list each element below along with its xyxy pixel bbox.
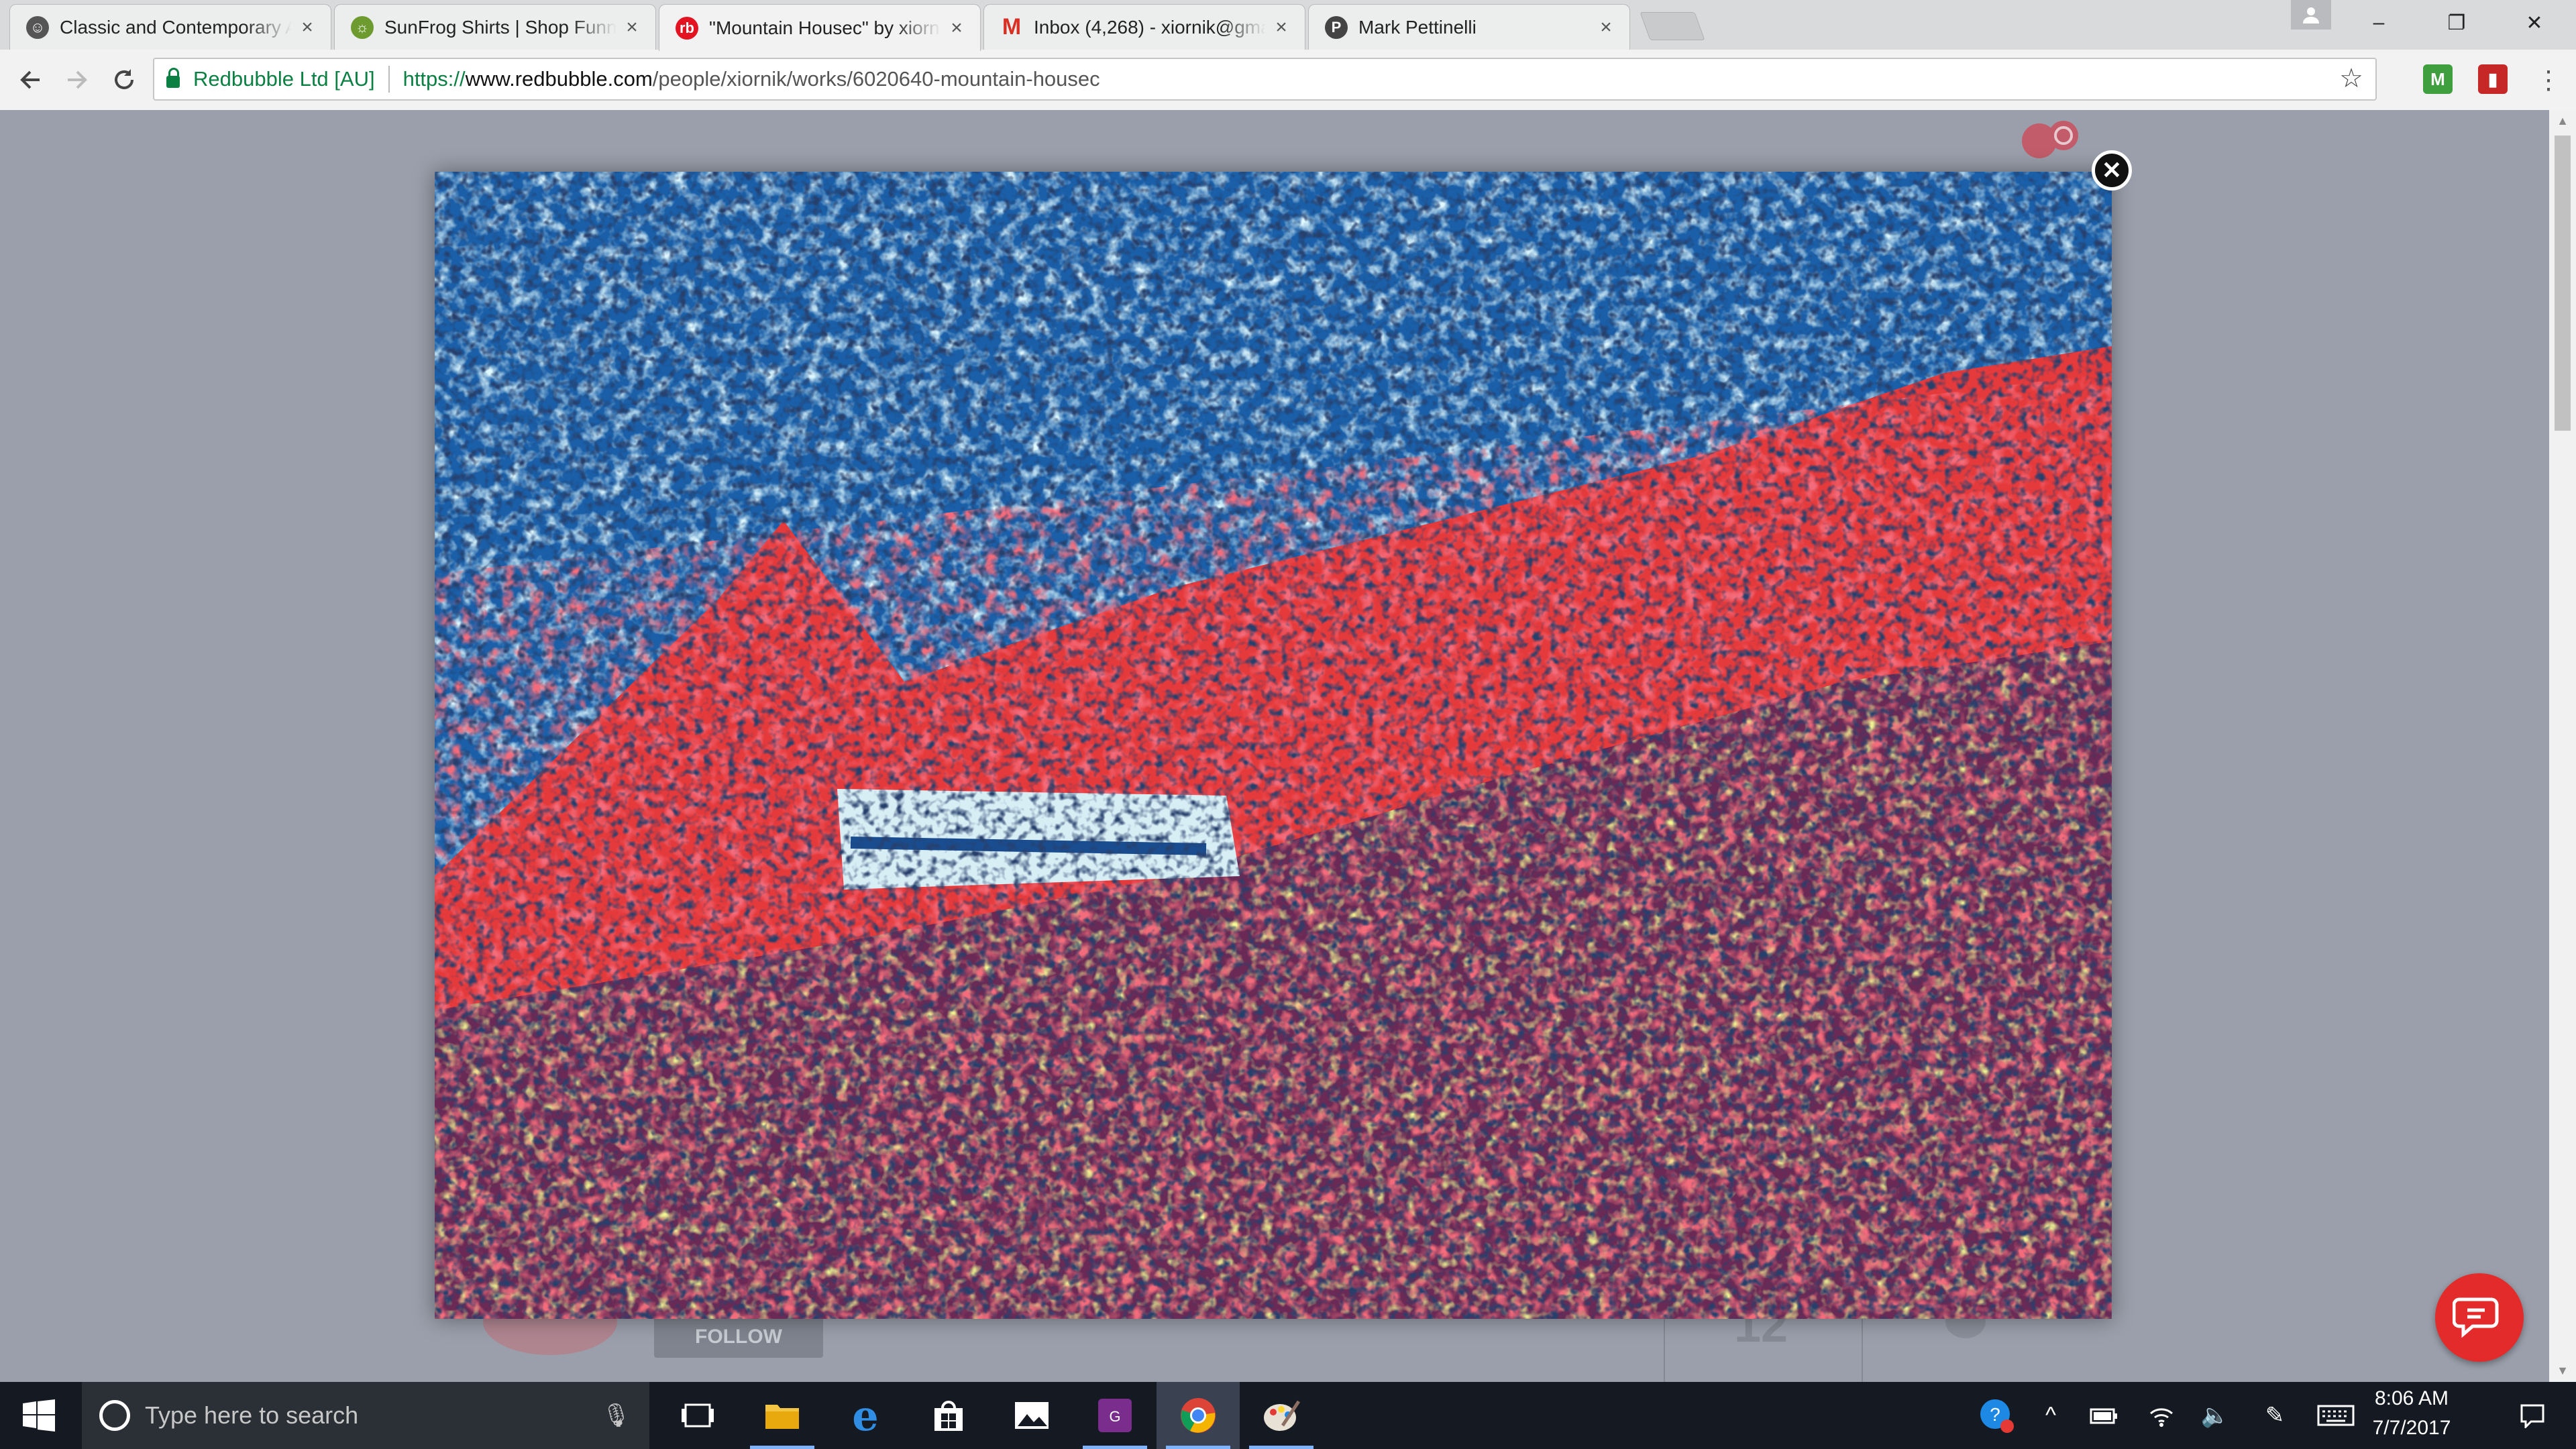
pdf-extension-icon[interactable]: ▮ — [2478, 64, 2508, 94]
divider — [1664, 1315, 1665, 1382]
close-tab-icon[interactable]: × — [947, 17, 967, 40]
taskbar-search[interactable]: Type here to search 🎙 — [82, 1382, 649, 1449]
action-center-icon[interactable] — [2496, 1382, 2569, 1449]
tab-title: SunFrog Shirts | Shop Funny T-Shirts — [384, 16, 616, 38]
reload-icon[interactable] — [103, 59, 145, 101]
theatre-icon: ☺ — [26, 15, 49, 39]
divider — [388, 66, 390, 93]
artwork-canvas — [435, 172, 2112, 1319]
help-icon[interactable]: ? — [1971, 1382, 2022, 1449]
svg-text:?: ? — [1990, 1404, 2000, 1425]
edge-icon[interactable]: e — [824, 1382, 907, 1449]
forward-icon[interactable] — [56, 59, 98, 101]
extension-icon[interactable]: M — [2423, 64, 2453, 94]
close-tab-icon[interactable]: × — [622, 16, 642, 39]
chat-button[interactable] — [2435, 1273, 2524, 1362]
profile-icon[interactable] — [2291, 0, 2331, 30]
tab-gmail[interactable]: M Inbox (4,268) - xiornik@gmail.com × — [983, 4, 1305, 50]
url-host: www.redbubble.com — [465, 67, 653, 91]
tab-redbubble[interactable]: rb "Mountain Housec" by xiornik × — [659, 4, 981, 51]
close-tab-icon[interactable]: × — [1596, 16, 1616, 39]
url-scheme: https:// — [402, 67, 466, 91]
clock-date: 7/7/2017 — [2372, 1417, 2451, 1439]
follow-button[interactable]: FOLLOW — [654, 1316, 823, 1358]
keyboard-icon[interactable] — [2308, 1382, 2364, 1449]
back-icon[interactable] — [9, 59, 51, 101]
volume-icon[interactable]: 🔈 — [2188, 1382, 2242, 1449]
menu-icon[interactable]: ⋮ — [2528, 59, 2569, 101]
task-view-icon[interactable] — [656, 1382, 739, 1449]
new-tab-button[interactable] — [1640, 12, 1705, 40]
gmail-icon: M — [1002, 14, 1022, 40]
windows-start-icon[interactable] — [23, 1399, 55, 1432]
heart-badge-icon — [2022, 121, 2078, 158]
chat-bubble-icon — [2453, 1297, 2499, 1338]
clock-time: 8:06 AM — [2374, 1387, 2449, 1409]
close-window-button[interactable]: ✕ — [2496, 0, 2573, 46]
browser-toolbar: Redbubble Ltd [AU] https://www.redbubble… — [0, 50, 2576, 111]
paint-app-icon[interactable] — [1240, 1382, 1323, 1449]
tab-title: Classic and Contemporary Art — [60, 16, 292, 38]
system-clock[interactable]: 8:06 AM 7/7/2017 — [2361, 1387, 2462, 1440]
url-path: /people/xiornik/works/6020640-mountain-h… — [652, 67, 1100, 91]
address-bar[interactable]: Redbubble Ltd [AU] https://www.redbubble… — [153, 58, 2377, 101]
file-explorer-icon[interactable] — [741, 1382, 824, 1449]
scrollbar[interactable]: ▲ ▼ — [2549, 110, 2576, 1382]
site-identity: Redbubble Ltd [AU] — [193, 67, 375, 91]
battery-icon[interactable] — [2074, 1382, 2135, 1449]
wifi-icon[interactable] — [2135, 1382, 2188, 1449]
close-tab-icon[interactable]: × — [1271, 16, 1291, 39]
show-hidden-icons-icon[interactable]: ^ — [2027, 1382, 2074, 1449]
svg-text:G: G — [1109, 1408, 1120, 1425]
tab-sunfrog[interactable]: ☼ SunFrog Shirts | Shop Funny T-Shirts × — [334, 4, 656, 50]
tab-title: Inbox (4,268) - xiornik@gmail.com — [1034, 16, 1266, 38]
tab-mark-pettinelli[interactable]: P Mark Pettinelli × — [1308, 4, 1630, 50]
search-placeholder: Type here to search — [145, 1401, 359, 1429]
tab-title: "Mountain Housec" by xiornik — [709, 17, 941, 38]
cortana-icon[interactable] — [99, 1400, 130, 1431]
tab-classic-art[interactable]: ☺ Classic and Contemporary Art × — [9, 4, 331, 50]
store-icon[interactable] — [907, 1382, 990, 1449]
bookmark-star-icon[interactable]: ☆ — [2339, 63, 2363, 94]
artwork-image — [435, 172, 2112, 1319]
taskbar: Type here to search 🎙 e G ? ^ 🔈 ✎ 8:06 A… — [0, 1382, 2576, 1449]
divider — [1862, 1315, 1863, 1382]
chrome-icon[interactable] — [1157, 1382, 1240, 1449]
tab-strip: ☺ Classic and Contemporary Art × ☼ SunFr… — [0, 0, 2576, 51]
url-text: https://www.redbubble.com/people/xiornik… — [403, 67, 1100, 91]
photos-icon[interactable] — [990, 1382, 1073, 1449]
redbubble-icon: rb — [676, 16, 698, 40]
pen-workspace-icon[interactable]: ✎ — [2245, 1382, 2305, 1449]
lock-icon — [166, 68, 180, 88]
sunfrog-icon: ☼ — [351, 15, 374, 39]
minimize-button[interactable]: – — [2340, 0, 2418, 46]
scroll-up-icon[interactable]: ▲ — [2549, 114, 2576, 128]
restore-button[interactable]: ❐ — [2418, 0, 2496, 46]
microphone-icon[interactable]: 🎙 — [602, 1402, 631, 1429]
close-modal-button[interactable]: ✕ — [2092, 150, 2132, 191]
tab-title: Mark Pettinelli — [1358, 16, 1477, 38]
mark-icon: P — [1325, 15, 1348, 39]
pdf-app-icon[interactable]: G — [1073, 1382, 1157, 1449]
close-tab-icon[interactable]: × — [297, 16, 317, 39]
scroll-down-icon[interactable]: ▼ — [2549, 1364, 2576, 1378]
scrollbar-thumb[interactable] — [2555, 136, 2571, 431]
